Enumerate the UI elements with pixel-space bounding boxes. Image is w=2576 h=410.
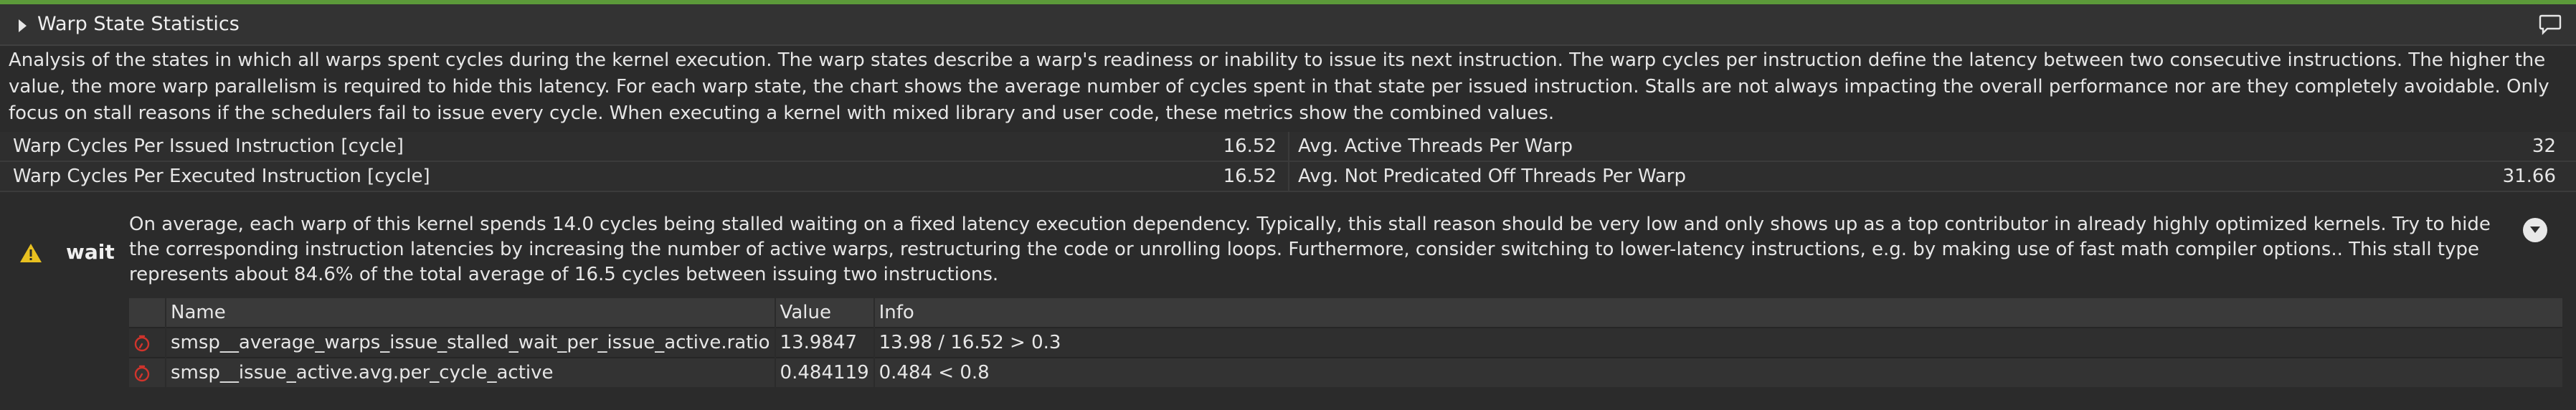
name-column-header[interactable]: Name: [166, 298, 776, 328]
expand-details-button[interactable]: [2523, 218, 2547, 242]
warning-icon: [20, 244, 42, 262]
metric-name: Avg. Not Predicated Off Threads Per Warp: [1298, 166, 1686, 187]
expand-caret-icon[interactable]: [19, 19, 27, 32]
metric-name-cell: smsp__average_warps_issue_stalled_wait_p…: [166, 327, 776, 358]
metric-value-cell: 0.484119: [775, 357, 875, 387]
metric-info-cell: 13.98 / 16.52 > 0.3: [873, 327, 2565, 358]
metric-value: 32: [2532, 135, 2556, 157]
section-description: Analysis of the states in which all warp…: [9, 49, 2549, 124]
chevron-down-icon: [2530, 227, 2540, 233]
rule-metrics-table: Name Value Info smsp__average_warps_issu…: [129, 298, 2565, 387]
metric-value: 31.66: [2502, 166, 2556, 187]
metric-name: Warp Cycles Per Issued Instruction [cycl…: [13, 135, 404, 157]
section-title: Warp State Statistics: [37, 13, 240, 35]
metrics-row: Warp Cycles Per Issued Instruction [cycl…: [0, 132, 2576, 162]
metric-value: 16.52: [1223, 135, 1277, 157]
table-row[interactable]: smsp__issue_active.avg.per_cycle_active …: [129, 357, 2565, 387]
metric-name-cell: smsp__issue_active.avg.per_cycle_active: [166, 357, 776, 387]
stopwatch-icon: [134, 335, 150, 351]
value-column-header[interactable]: Value: [775, 298, 875, 328]
metric-value: 16.52: [1223, 166, 1277, 187]
metric-value-cell: 13.9847: [775, 327, 875, 358]
stopwatch-icon: [134, 365, 150, 381]
column-divider: [1288, 132, 1289, 161]
table-row[interactable]: smsp__average_warps_issue_stalled_wait_p…: [129, 327, 2565, 358]
stall-reason-description: On average, each warp of this kernel spe…: [129, 214, 2491, 285]
metric-info-cell: 0.484 < 0.8: [873, 357, 2565, 387]
rule-icon-cell: [129, 327, 166, 358]
section-header[interactable]: Warp State Statistics: [0, 4, 2576, 46]
column-divider: [1288, 162, 1289, 191]
icon-column-header: [129, 298, 166, 328]
metric-name: Warp Cycles Per Executed Instruction [cy…: [13, 166, 430, 187]
metrics-table: Warp Cycles Per Issued Instruction [cycl…: [0, 132, 2576, 192]
rule-icon-cell: [129, 357, 166, 387]
comment-icon[interactable]: [2539, 14, 2562, 35]
info-column-header[interactable]: Info: [873, 298, 2565, 328]
table-header-row: Name Value Info: [129, 298, 2565, 328]
stall-reason-label: wait: [66, 240, 115, 264]
metrics-row: Warp Cycles Per Executed Instruction [cy…: [0, 162, 2576, 192]
metric-name: Avg. Active Threads Per Warp: [1298, 135, 1573, 157]
